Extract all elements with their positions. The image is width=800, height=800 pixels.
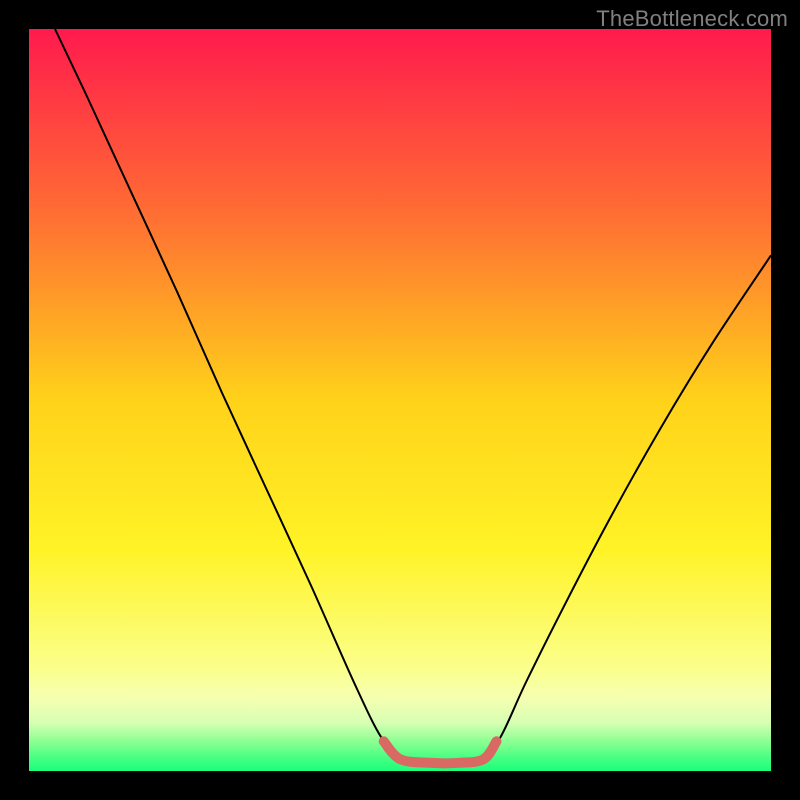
watermark: TheBottleneck.com xyxy=(596,6,788,32)
bottleneck-chart xyxy=(29,29,771,771)
chart-background xyxy=(29,29,771,771)
chart-frame: TheBottleneck.com xyxy=(0,0,800,800)
